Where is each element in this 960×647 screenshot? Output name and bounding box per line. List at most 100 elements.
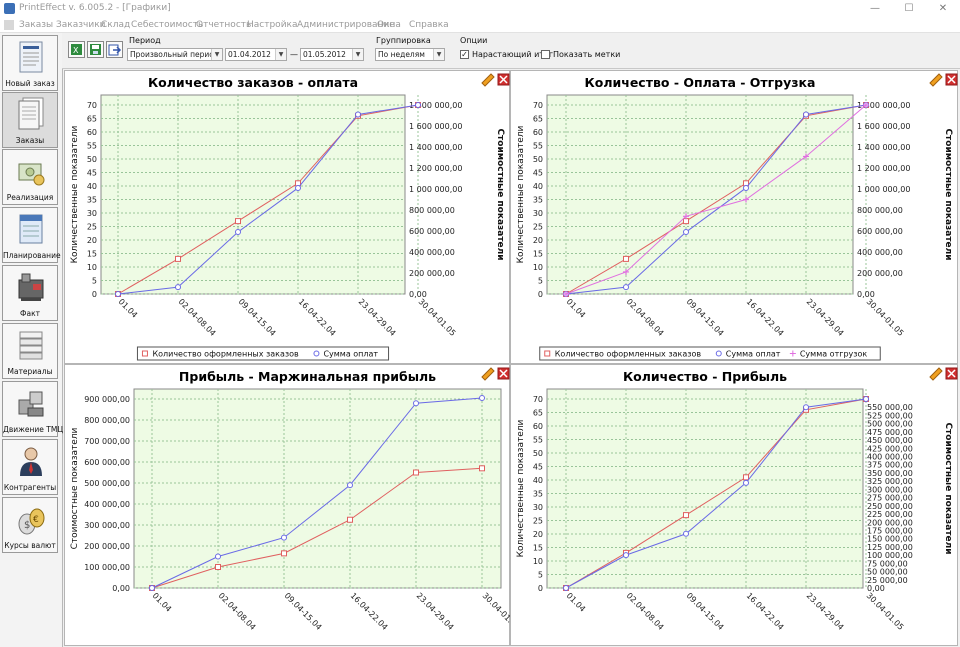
grouping-select[interactable]: По неделям ▼ [375, 48, 445, 61]
date-from-field[interactable]: 01.04.2012 ▼ [225, 48, 287, 61]
y2-axis-label: Стоимостные показатели [943, 128, 953, 260]
sidebar-item-label: Планирование [3, 251, 61, 260]
y2-axis-label: Стоимостные показатели [495, 128, 505, 260]
data-point [743, 474, 749, 481]
data-point [803, 404, 809, 411]
sidebar-item-orders[interactable]: Заказы [2, 92, 58, 148]
close-chart-button[interactable] [945, 367, 958, 380]
x-tick-label: 16.04-22.04 [745, 297, 786, 338]
y2-tick-label: 425 000,00 [867, 444, 913, 453]
menu-help[interactable]: Справка [409, 20, 449, 30]
pencil-icon [481, 367, 495, 381]
x-tick-label: 02.04-08.04 [177, 297, 218, 338]
menu-warehouse[interactable]: Склад [101, 20, 130, 30]
date-separator: — [290, 50, 298, 59]
sidebar-item-contractors[interactable]: Контрагенты [2, 439, 58, 495]
sidebar-item-planning[interactable]: Планирование [2, 207, 61, 263]
data-point [683, 512, 689, 519]
sidebar-item-fact[interactable]: Факт [2, 265, 58, 321]
cumulative-checkbox[interactable]: ✓ [460, 50, 469, 59]
y2-tick-label: 1 000 000,00 [409, 185, 462, 194]
data-point [347, 482, 353, 489]
y2-tick-label: 350 000,00 [867, 469, 913, 478]
y2-tick-label: 800 000,00 [409, 206, 455, 215]
edit-chart-button[interactable] [929, 367, 943, 381]
show-marks-checkbox[interactable] [541, 50, 550, 59]
y-tick-label: 500 000,00 [84, 479, 130, 488]
x-tick-label: 02.04-08.04 [625, 297, 666, 338]
chart-orders-payment: Количество заказов - оплата 01.04 02.04-08… [70, 73, 510, 361]
chart-legend: Количество оформленных заказов Сумма опла… [136, 346, 390, 361]
maximize-icon[interactable]: ☐ [892, 0, 926, 18]
menu-cost[interactable]: Себестоимость [131, 20, 203, 30]
y-tick-label: 55 [87, 142, 97, 151]
y2-tick-label: 400 000,00 [409, 248, 455, 257]
orders-icon [18, 97, 44, 130]
period-select[interactable]: Произвольный период ▼ [127, 48, 223, 61]
data-point [623, 552, 629, 559]
close-chart-button[interactable] [497, 73, 510, 86]
save-excel-button[interactable] [87, 41, 104, 58]
date-to-field[interactable]: 01.05.2012 ▼ [300, 48, 364, 61]
pencil-icon [481, 73, 495, 87]
y-tick-label: 25 [87, 223, 97, 232]
fact-icon [18, 273, 44, 301]
menu-settings[interactable]: Настройка [247, 20, 298, 30]
chart-panel-qty-profit: Количество - Прибыль 01.04 02.04-08.04 09.0… [510, 364, 958, 646]
edit-chart-button[interactable] [481, 367, 495, 381]
y-tick-label: 65 [87, 115, 97, 124]
export-button[interactable] [106, 41, 123, 58]
y-tick-label: 20 [87, 236, 97, 245]
sidebar-item-sales[interactable]: Реализация [2, 149, 58, 205]
export-excel-button[interactable]: X [68, 41, 85, 58]
document-menu-icon[interactable] [4, 20, 14, 30]
edit-chart-button[interactable] [481, 73, 495, 87]
y-tick-label: 600 000,00 [84, 458, 130, 467]
minimize-icon[interactable]: — [858, 0, 892, 18]
y2-tick-label: 375 000,00 [867, 461, 913, 470]
sidebar-item-materials[interactable]: Материалы [2, 323, 58, 379]
y-tick-label: 400 000,00 [84, 500, 130, 509]
date-to-value: 01.05.2012 [303, 50, 346, 59]
chart-panel-qty-payment-shipment: Количество - Оплата - Отгрузка 01.04 02.04… [510, 70, 958, 364]
close-icon[interactable]: ✕ [926, 0, 960, 18]
x-tick-label: 23.04-29.04 [805, 591, 846, 632]
y2-tick-label: 400 000,00 [867, 453, 913, 462]
close-chart-button[interactable] [497, 367, 510, 380]
y2-tick-label: 450 000,00 [867, 436, 913, 445]
y2-tick-label: 200 000,00 [857, 269, 903, 278]
sidebar-item-currency-rates[interactable]: $ € Курсы валют [2, 497, 58, 553]
y2-tick-label: 1 600 000,00 [857, 122, 910, 131]
y-tick-label: 100 000,00 [84, 563, 130, 572]
y-tick-label: 50 [533, 449, 543, 458]
chart-panel-orders-payment: Количество заказов - оплата 01.04 02.04-08… [64, 70, 510, 364]
y-tick-label: 35 [533, 196, 543, 205]
y-tick-label: 15 [87, 250, 97, 259]
data-point [281, 550, 287, 557]
close-chart-button[interactable] [945, 73, 958, 86]
y-tick-label: 45 [533, 463, 543, 472]
x-tick-label: 01.04 [151, 591, 174, 614]
y-tick-label: 45 [87, 169, 97, 178]
title-bar: PrintEffect v. 6.005.2 - [Графики] — ☐ ✕ [0, 0, 960, 18]
y-tick-label: 45 [533, 169, 543, 178]
data-point [295, 184, 301, 191]
chart-profit-margin: Прибыль - Маржинальная прибыль 01.04 02.04… [70, 367, 511, 632]
menu-customers[interactable]: Заказчики [56, 20, 105, 30]
y-tick-label: 5 [92, 277, 97, 286]
sidebar-item-label: Движение ТМЦ [3, 425, 64, 434]
data-point [743, 479, 749, 486]
menu-windows[interactable]: Окна [377, 20, 401, 30]
data-point [413, 469, 419, 476]
sidebar-item-new-order[interactable]: Новый заказ [2, 35, 58, 91]
x-tick-label: 09.04-15.04 [237, 297, 278, 338]
menu-reports[interactable]: Отчетность [196, 20, 251, 30]
pencil-icon [929, 367, 943, 381]
y-tick-label: 5 [538, 571, 543, 580]
y2-axis-label: Стоимостные показатели [943, 422, 953, 554]
y-tick-label: 55 [533, 436, 543, 445]
edit-chart-button[interactable] [929, 73, 943, 87]
menu-orders[interactable]: Заказы [19, 20, 53, 30]
sidebar-item-stock-movement[interactable]: Движение ТМЦ [2, 381, 64, 437]
y2-tick-label: 325 000,00 [867, 477, 913, 486]
